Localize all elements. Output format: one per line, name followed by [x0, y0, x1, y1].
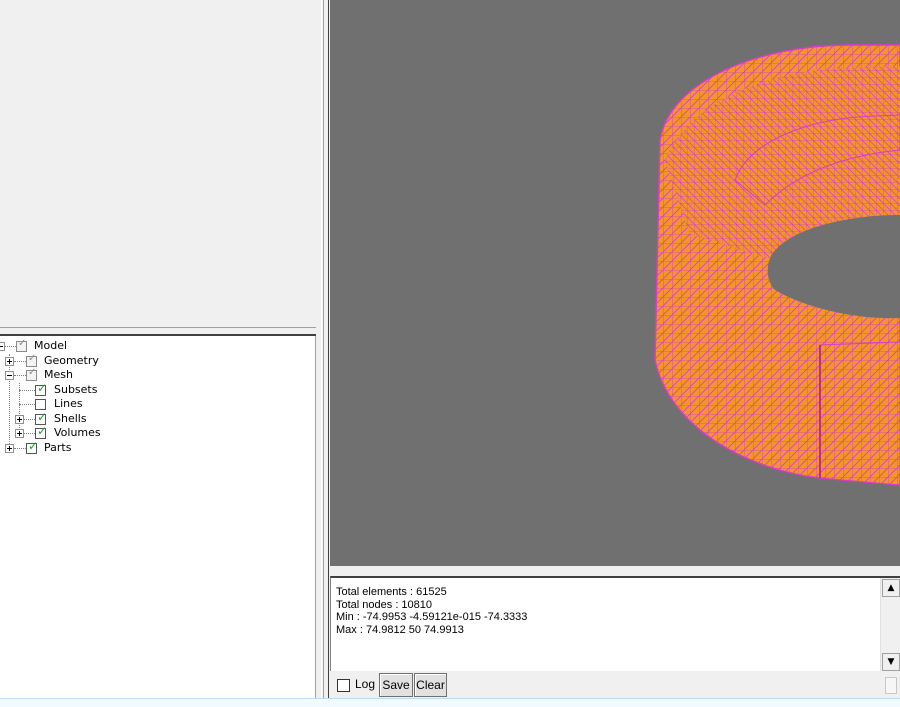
splitter-line	[321, 0, 322, 698]
tree-item-label: Lines	[54, 397, 83, 410]
log-text: Total elements : 61525 Total nodes : 108…	[336, 586, 527, 636]
tree-checkbox[interactable]: ✓	[35, 381, 48, 396]
tree-connector	[14, 375, 26, 376]
expand-toggle-icon[interactable]	[15, 415, 24, 424]
tree-connector	[19, 404, 35, 405]
check-icon: ✓	[37, 410, 48, 424]
tree-item-label: Shells	[54, 412, 87, 425]
expand-toggle-icon[interactable]	[15, 429, 24, 438]
mesh-render	[654, 44, 900, 486]
splitter-line	[0, 327, 316, 328]
clear-button[interactable]: Clear	[414, 673, 447, 697]
tree-item-subsets[interactable]: ✓ Subsets	[0, 381, 315, 397]
tree-checkbox[interactable]	[35, 399, 46, 410]
tree-item-mesh[interactable]: ✓ Mesh	[0, 367, 315, 382]
log-line: Max : 74.9812 50 74.9913	[336, 623, 464, 636]
tree-connector	[14, 361, 26, 362]
tree-item-label: Model	[34, 339, 68, 352]
horizontal-splitter[interactable]	[0, 326, 316, 336]
tree-item-label: Volumes	[54, 426, 101, 439]
tree-connector	[24, 433, 35, 434]
tree-checkbox[interactable]: ✓	[26, 367, 37, 381]
tree-item-volumes[interactable]: ✓ Volumes	[0, 424, 315, 440]
log-line: Total nodes : 10810	[336, 598, 433, 611]
tree-item-lines[interactable]: Lines	[0, 397, 315, 411]
tree-connector	[19, 390, 35, 391]
log-scrollbar[interactable]: ▲ ▼	[880, 578, 900, 671]
left-top-panel	[0, 0, 316, 326]
check-icon: ✓	[28, 439, 39, 453]
collapse-toggle-icon[interactable]	[5, 371, 14, 380]
tree-checkbox[interactable]: ✓	[26, 353, 37, 367]
3d-viewport[interactable]	[330, 0, 900, 566]
scroll-down-arrow-icon[interactable]: ▼	[882, 653, 900, 671]
splitter-line	[323, 0, 324, 698]
log-line: Total elements : 61525	[336, 586, 447, 598]
vertical-splitter[interactable]	[316, 0, 329, 698]
resize-grip-icon[interactable]	[885, 677, 897, 694]
model-tree-view[interactable]: ✓ Model ✓ Geometry ✓ Mesh ✓ Subsets Line…	[0, 336, 316, 698]
check-icon: ✓	[37, 424, 48, 438]
tree-connector	[14, 448, 26, 449]
log-checkbox-label[interactable]: Log	[355, 677, 375, 691]
scroll-up-arrow-icon[interactable]: ▲	[882, 579, 900, 597]
tree-item-model[interactable]: ✓ Model	[0, 338, 315, 353]
check-icon: ✓	[18, 338, 27, 349]
log-toolbar: Log Save Clear	[330, 671, 900, 698]
expand-toggle-icon[interactable]	[5, 444, 14, 453]
tree-item-shells[interactable]: ✓ Shells	[0, 410, 315, 426]
tree-item-label: Mesh	[44, 368, 73, 381]
log-output-panel[interactable]: Total elements : 61525 Total nodes : 108…	[330, 576, 900, 671]
tree-checkbox[interactable]: ✓	[26, 439, 39, 454]
splitter-line	[328, 0, 329, 698]
tree-item-label: Parts	[44, 441, 72, 454]
tree-checkbox[interactable]: ✓	[16, 338, 27, 352]
expand-toggle-icon[interactable]	[5, 357, 14, 366]
tree-checkbox[interactable]: ✓	[35, 424, 48, 439]
tree-item-geometry[interactable]: ✓ Geometry	[0, 353, 315, 368]
tree-item-label: Geometry	[44, 354, 99, 367]
save-button[interactable]: Save	[379, 673, 413, 697]
tree-connector	[4, 346, 16, 347]
log-checkbox[interactable]	[337, 679, 350, 692]
check-icon: ✓	[28, 367, 37, 378]
tree-connector	[24, 419, 35, 420]
tree-item-parts[interactable]: ✓ Parts	[0, 439, 315, 455]
tree-item-label: Subsets	[54, 383, 98, 396]
check-icon: ✓	[28, 353, 37, 364]
log-line: Min : -74.9953 -4.59121e-015 -74.3333	[336, 611, 528, 623]
check-icon: ✓	[37, 381, 48, 395]
